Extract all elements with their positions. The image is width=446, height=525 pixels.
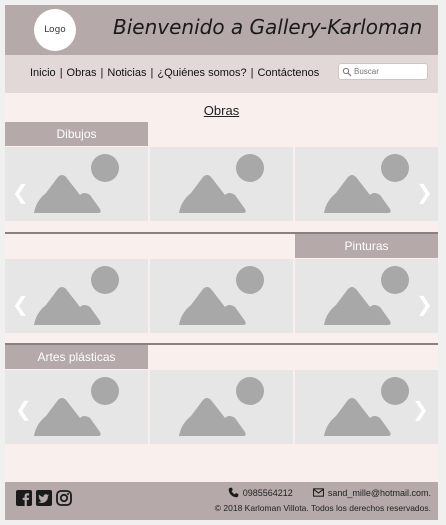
- chevron-left-icon[interactable]: ❮: [12, 182, 29, 202]
- image-placeholder-icon: [34, 266, 119, 325]
- phone-icon: [228, 487, 239, 498]
- nav-separator: |: [59, 67, 63, 79]
- logo-text: Logo: [44, 25, 66, 35]
- contact-info: 0985564212 sand_mille@hotmail.com. © 201…: [214, 487, 431, 514]
- envelope-icon: [312, 487, 324, 498]
- chevron-right-icon[interactable]: ❯: [416, 182, 433, 202]
- image-placeholder-icon: [324, 154, 409, 213]
- section-label-dibujos: Dibujos: [5, 122, 148, 146]
- gallery-tile[interactable]: [150, 370, 293, 444]
- chevron-right-icon[interactable]: ❯: [412, 399, 429, 419]
- search-input[interactable]: [352, 67, 424, 76]
- phone-number: 0985564212: [242, 487, 293, 498]
- gallery-tile[interactable]: [150, 147, 293, 221]
- section-label-pinturas: Pinturas: [295, 234, 438, 258]
- site-header: Logo Bienvenido a Gallery-Karloman: [5, 5, 438, 55]
- image-placeholder-icon: [34, 377, 119, 436]
- nav-item-obras[interactable]: Obras: [67, 67, 97, 79]
- image-placeholder-icon: [34, 154, 119, 213]
- site-footer: 0985564212 sand_mille@hotmail.com. © 201…: [5, 482, 438, 520]
- image-placeholder-icon: [179, 154, 264, 213]
- section-label-artes-plasticas: Artes plásticas: [5, 345, 148, 369]
- chevron-left-icon[interactable]: ❮: [15, 399, 32, 419]
- site-title: Bienvenido a Gallery-Karloman: [113, 15, 423, 39]
- image-placeholder-icon: [179, 377, 264, 436]
- chevron-right-icon[interactable]: ❯: [416, 294, 433, 314]
- chevron-left-icon[interactable]: ❮: [12, 294, 29, 314]
- social-links: [16, 490, 72, 506]
- nav-links: Inicio | Obras | Noticias | ¿Quiénes somos? | Co…: [30, 67, 319, 79]
- gallery-tile[interactable]: [150, 259, 293, 333]
- instagram-icon[interactable]: [56, 490, 72, 506]
- image-placeholder-icon: [324, 266, 409, 325]
- nav-item-contactenos[interactable]: Contáctenos: [257, 67, 319, 79]
- nav-separator: |: [250, 67, 254, 79]
- page: Logo Bienvenido a Gallery-Karloman Inici…: [5, 5, 438, 520]
- nav-item-inicio[interactable]: Inicio: [30, 67, 56, 79]
- twitter-icon[interactable]: [36, 490, 52, 506]
- nav-item-noticias[interactable]: Noticias: [107, 67, 146, 79]
- nav-separator: |: [100, 67, 104, 79]
- image-placeholder-icon: [324, 377, 409, 436]
- logo[interactable]: Logo: [34, 9, 76, 51]
- page-title: Obras: [203, 103, 240, 118]
- search-icon: [342, 67, 352, 76]
- email-link[interactable]: sand_mille@hotmail.com.: [328, 488, 431, 498]
- facebook-icon[interactable]: [16, 490, 32, 506]
- nav-separator: |: [150, 67, 154, 79]
- copyright-text: © 2018 Karloman Villota. Todos los derec…: [214, 503, 431, 513]
- nav-item-quienes-somos[interactable]: ¿Quiénes somos?: [157, 67, 246, 79]
- search-box[interactable]: [338, 63, 428, 80]
- image-placeholder-icon: [179, 266, 264, 325]
